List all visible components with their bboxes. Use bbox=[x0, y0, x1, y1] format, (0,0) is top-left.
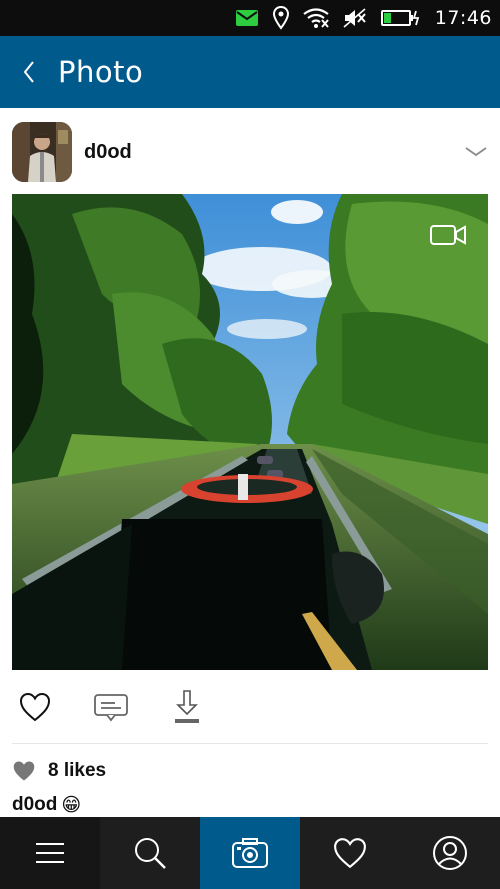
nav-camera[interactable] bbox=[200, 817, 300, 889]
nav-menu[interactable] bbox=[0, 817, 100, 889]
post-actions bbox=[0, 682, 500, 734]
nav-search[interactable] bbox=[100, 817, 200, 889]
download-button[interactable] bbox=[162, 682, 212, 732]
menu-icon bbox=[34, 840, 66, 866]
page-title: Photo bbox=[58, 55, 144, 89]
wifi-icon bbox=[303, 8, 329, 28]
nav-activity[interactable] bbox=[300, 817, 400, 889]
avatar[interactable] bbox=[12, 122, 72, 182]
comment-button[interactable] bbox=[86, 682, 136, 732]
post-username[interactable]: d0od bbox=[84, 141, 132, 164]
comment-icon bbox=[93, 692, 129, 722]
message-icon bbox=[235, 9, 259, 27]
likes-row[interactable]: 8 likes bbox=[12, 756, 106, 786]
likes-count: 8 likes bbox=[48, 760, 107, 781]
battery-icon bbox=[380, 9, 421, 27]
video-camera-icon bbox=[430, 224, 466, 246]
camera-icon bbox=[231, 837, 269, 869]
chevron-left-icon bbox=[22, 58, 36, 86]
caption: d0od 😁 bbox=[12, 792, 81, 818]
location-icon bbox=[272, 6, 289, 30]
post-photo[interactable] bbox=[12, 194, 488, 670]
caption-username[interactable]: d0od bbox=[12, 794, 57, 816]
app-header: Photo bbox=[0, 36, 500, 108]
bottom-nav bbox=[0, 817, 500, 889]
download-icon bbox=[172, 689, 202, 725]
status-bar: 17:46 bbox=[0, 0, 500, 36]
post-header: d0od bbox=[0, 110, 500, 192]
nav-profile[interactable] bbox=[400, 817, 500, 889]
filled-heart-icon bbox=[12, 760, 36, 782]
search-icon bbox=[132, 835, 168, 871]
status-time: 17:46 bbox=[434, 7, 492, 29]
divider bbox=[12, 743, 488, 744]
back-button[interactable] bbox=[0, 36, 58, 108]
heart-icon bbox=[19, 692, 51, 722]
heart-icon bbox=[333, 837, 367, 869]
grin-emoji: 😁 bbox=[61, 794, 82, 816]
chevron-down-icon[interactable] bbox=[464, 146, 488, 158]
like-button[interactable] bbox=[10, 682, 60, 732]
profile-icon bbox=[432, 835, 468, 871]
mute-icon bbox=[343, 8, 367, 28]
